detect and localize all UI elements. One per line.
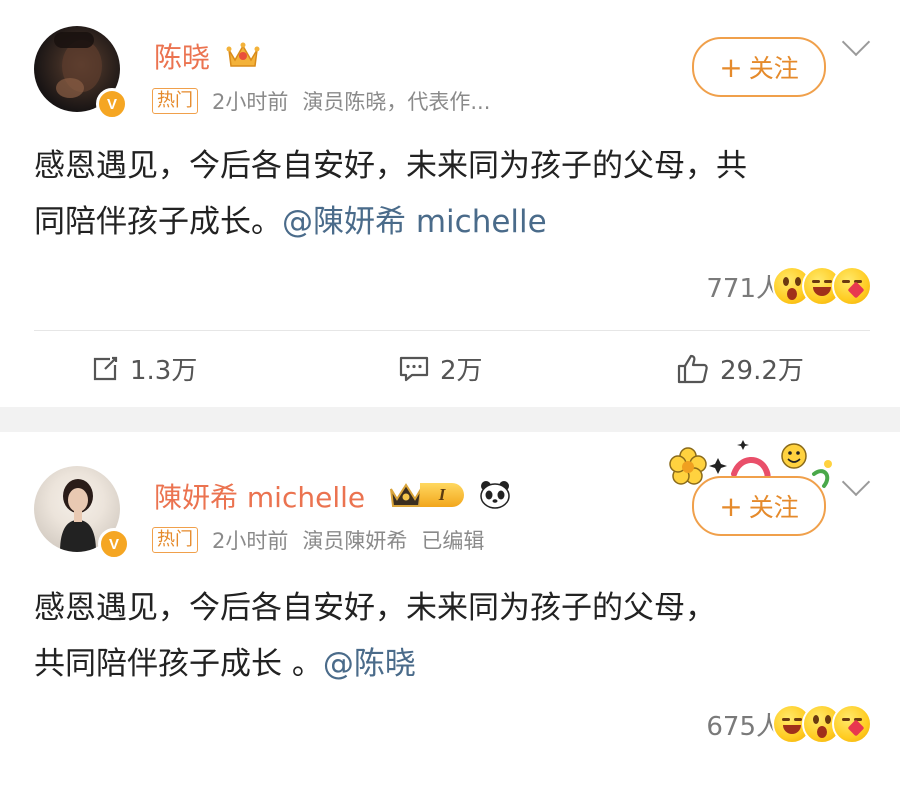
kiss-emoji-icon	[832, 704, 872, 744]
action-bar: 1.3万 2万 29.2万	[0, 330, 900, 407]
plus-icon: +	[719, 489, 743, 523]
content-line: 同陪伴孩子成长。@陳妍希 michelle	[34, 194, 874, 250]
content-line: 感恩遇见，今后各自安好，未来同为孩子的父母，共	[34, 148, 747, 184]
reactions[interactable]: 675人	[706, 704, 872, 744]
mention-link[interactable]: @陈晓	[323, 646, 416, 682]
member-level: I	[420, 483, 464, 507]
hot-tag: 热门	[152, 527, 198, 553]
content-text: 同陪伴孩子成长。	[34, 204, 282, 240]
like-button[interactable]: 29.2万	[676, 330, 804, 407]
verified-icon: V	[98, 528, 130, 560]
comment-count: 2万	[440, 356, 483, 386]
member-crown-icon	[390, 483, 422, 507]
post-time: 2小时前	[212, 90, 289, 114]
repost-button[interactable]: 1.3万	[90, 330, 197, 407]
reaction-count: 675人	[706, 711, 782, 742]
panda-icon	[480, 481, 510, 509]
post-content: 感恩遇见，今后各自安好，未来同为孩子的父母，共 同陪伴孩子成长。@陳妍希 mic…	[34, 138, 874, 250]
follow-button[interactable]: + 关注	[692, 476, 826, 536]
follow-button[interactable]: + 关注	[692, 37, 826, 97]
plus-icon: +	[719, 50, 743, 84]
content-line: 感恩遇见，今后各自安好，未来同为孩子的父母，	[34, 590, 716, 626]
username[interactable]: 陈晓	[154, 36, 210, 76]
kiss-emoji-icon	[832, 266, 872, 306]
member-badge: I	[388, 480, 464, 510]
crown-icon	[226, 42, 260, 67]
repost-count: 1.3万	[130, 356, 198, 386]
mention-link[interactable]: @陳妍希 michelle	[282, 204, 547, 240]
comment-icon	[399, 356, 429, 381]
post-source: 演员陈晓，代表作...	[302, 90, 491, 114]
post-meta: 热门 2小时前 演员陈晓，代表作...	[152, 86, 504, 116]
comment-button[interactable]: 2万	[398, 330, 483, 407]
post-source: 演员陳妍希	[302, 529, 408, 553]
post-time: 2小时前	[212, 529, 289, 553]
chevron-down-icon[interactable]	[841, 27, 871, 57]
reaction-count: 771人	[706, 273, 782, 304]
weibo-post-2: V 陳妍希 michelle I 热门 2小时前 演员陳妍希 已编辑 + 关注 …	[0, 432, 900, 791]
content-text: 共同陪伴孩子成长 。	[34, 646, 323, 682]
post-meta: 热门 2小时前 演员陳妍希 已编辑	[152, 525, 498, 555]
follow-label: 关注	[748, 493, 799, 522]
like-icon	[677, 354, 708, 383]
edited-label: 已编辑	[421, 529, 485, 553]
weibo-post-1: V 陈晓 热门 2小时前 演员陈晓，代表作... + 关注 感恩遇见，今后各自安…	[0, 0, 900, 407]
username[interactable]: 陳妍希 michelle	[154, 476, 365, 516]
verified-icon: V	[96, 88, 128, 120]
content-line: 共同陪伴孩子成长 。@陈晓	[34, 636, 874, 692]
post-content: 感恩遇见，今后各自安好，未来同为孩子的父母， 共同陪伴孩子成长 。@陈晓	[34, 580, 874, 692]
post-separator	[0, 407, 900, 432]
chevron-down-icon[interactable]	[841, 467, 871, 497]
reactions[interactable]: 771人	[706, 266, 872, 306]
like-count: 29.2万	[720, 356, 804, 386]
repost-icon	[93, 356, 118, 380]
follow-label: 关注	[748, 54, 799, 83]
hot-tag: 热门	[152, 88, 198, 114]
